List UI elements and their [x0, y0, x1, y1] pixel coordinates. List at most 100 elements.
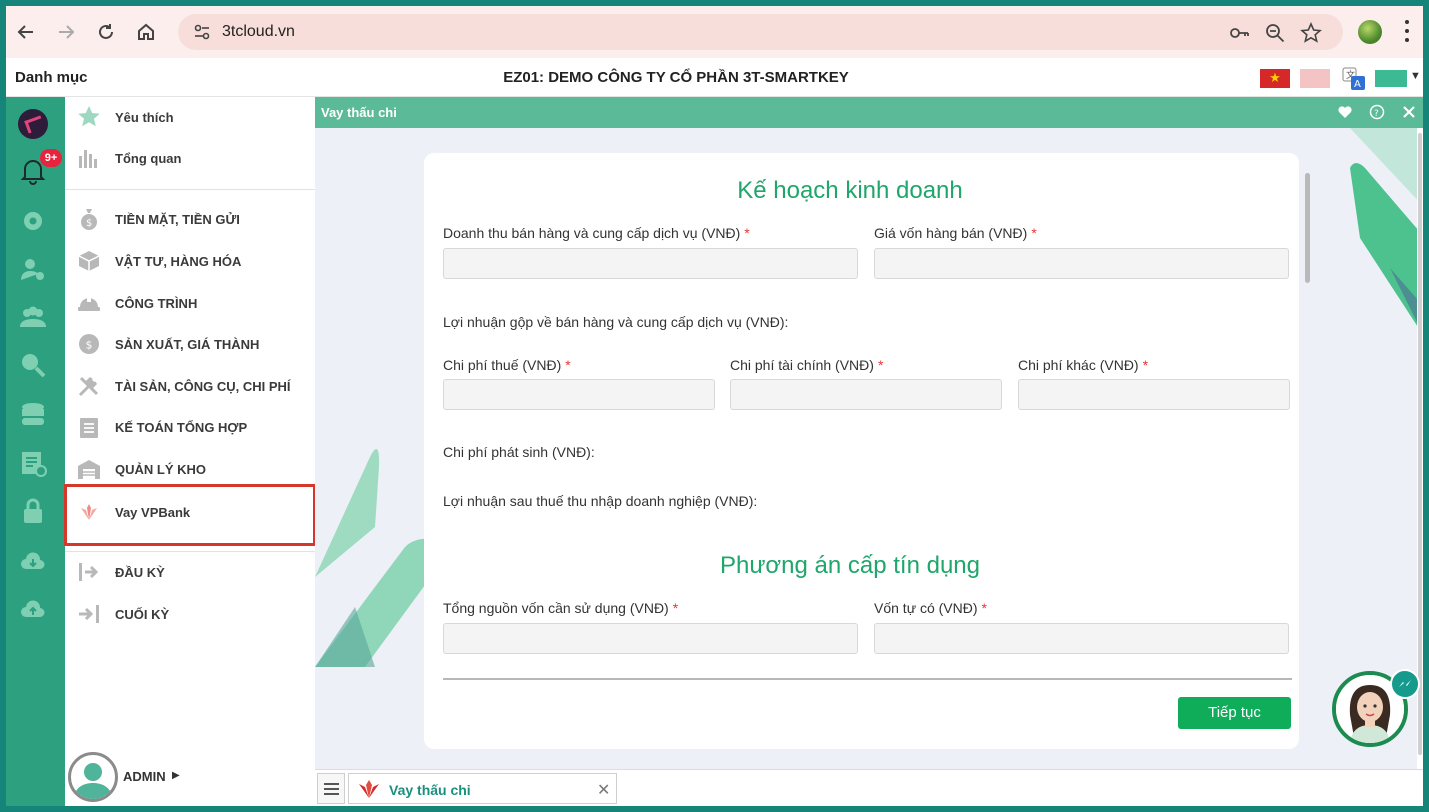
finance-cost-input[interactable]: [730, 379, 1002, 410]
caret-right-icon[interactable]: ▶: [172, 770, 180, 781]
tax-cost-label: Chi phí thuế (VNĐ) *: [443, 357, 571, 373]
theme-caret-icon[interactable]: ▼: [1410, 70, 1421, 82]
address-bar[interactable]: 3tcloud.vn: [178, 14, 1343, 50]
messenger-icon[interactable]: [1390, 669, 1420, 699]
svg-text:A: A: [1354, 79, 1361, 90]
sidebar-item-construction[interactable]: CÔNG TRÌNH: [65, 283, 315, 323]
cogs-input[interactable]: [874, 248, 1289, 279]
total-capital-input[interactable]: [443, 623, 858, 654]
gear-dollar-icon: $: [79, 334, 99, 354]
sidebar-item-favorites[interactable]: Yêu thích: [65, 97, 315, 137]
window-taskbar: Vay thấu chi ✕: [315, 769, 1423, 806]
report-icon[interactable]: [19, 449, 47, 477]
box-icon: [78, 251, 100, 271]
section-title-business-plan: Kế hoạch kinh doanh: [737, 177, 963, 204]
revenue-input[interactable]: [443, 248, 858, 279]
url-text[interactable]: 3tcloud.vn: [222, 23, 295, 41]
lock-icon[interactable]: [19, 497, 47, 525]
close-icon[interactable]: ✕: [597, 780, 610, 800]
form-divider: [443, 678, 1292, 680]
sidebar-item-label: QUẢN LÝ KHO: [115, 462, 206, 477]
sidebar-item-cash[interactable]: $ TIỀN MẶT, TIỀN GỬI: [65, 199, 315, 239]
sidebar-item-overview[interactable]: Tổng quan: [65, 138, 315, 178]
svg-text:$: $: [86, 339, 93, 352]
sidebar-item-materials[interactable]: VẬT TƯ, HÀNG HÓA: [65, 241, 315, 281]
notification-badge: 9+: [40, 149, 62, 167]
sidebar-item-period-end[interactable]: CUỐI KỲ: [65, 594, 315, 634]
sidebar-item-label: SẢN XUẤT, GIÁ THÀNH: [115, 337, 260, 352]
window-titlebar: Vay thấu chi ?: [315, 97, 1423, 128]
tax-cost-input[interactable]: [443, 379, 715, 410]
translate-icon[interactable]: 文 A: [1342, 67, 1366, 91]
period-start-icon: [79, 563, 99, 581]
back-icon[interactable]: [12, 18, 40, 46]
sidebar-item-label: TÀI SẢN, CÔNG CỤ, CHI PHÍ: [115, 379, 291, 394]
own-capital-input[interactable]: [874, 623, 1289, 654]
total-capital-label: Tổng nguồn vốn cần sử dụng (VNĐ) *: [443, 600, 679, 616]
incurred-cost-label: Chi phí phát sinh (VNĐ):: [443, 444, 595, 460]
heart-icon[interactable]: [1337, 104, 1353, 120]
sidebar-item-assets[interactable]: TÀI SẢN, CÔNG CỤ, CHI PHÍ: [65, 366, 315, 406]
required-mark: *: [1142, 357, 1149, 373]
net-profit-label: Lợi nhuận sau thuế thu nhập doanh nghiệp…: [443, 493, 758, 509]
home-icon[interactable]: [132, 18, 160, 46]
warehouse-icon: [78, 460, 100, 479]
user-avatar-icon: [74, 763, 112, 799]
content-scrollbar[interactable]: [1418, 133, 1422, 755]
sidebar-divider: [65, 189, 315, 190]
required-mark: *: [744, 225, 750, 241]
vpbank-logo-icon: [359, 780, 379, 798]
forward-icon[interactable]: [52, 18, 80, 46]
profile-avatar-icon[interactable]: [1358, 20, 1382, 44]
sidebar-item-accounting[interactable]: KẾ TOÁN TỔNG HỢP: [65, 407, 315, 447]
continue-button[interactable]: Tiếp tục: [1178, 697, 1291, 729]
browser-menu-icon[interactable]: [1404, 18, 1410, 44]
clipboard-icon: [80, 418, 98, 438]
star-icon: [78, 106, 100, 127]
tools-icon: [78, 376, 99, 397]
china-flag-icon[interactable]: [1300, 69, 1330, 88]
database-icon[interactable]: [19, 401, 47, 429]
sidebar-item-label: CÔNG TRÌNH: [115, 296, 198, 311]
own-capital-label: Vốn tự có (VNĐ) *: [874, 600, 987, 616]
help-icon[interactable]: ?: [1369, 104, 1385, 120]
sidebar-item-label: CUỐI KỲ: [115, 607, 170, 622]
user-settings-icon[interactable]: [19, 255, 47, 283]
other-cost-input[interactable]: [1018, 379, 1290, 410]
app-logo-icon[interactable]: [18, 109, 48, 139]
avatar[interactable]: [68, 752, 118, 802]
close-icon[interactable]: [1401, 104, 1417, 120]
sidebar-item-production[interactable]: $ SẢN XUẤT, GIÁ THÀNH: [65, 324, 315, 364]
section-title-credit-plan: Phương án cấp tín dụng: [720, 552, 980, 579]
settings-icon[interactable]: [19, 207, 47, 235]
sidebar-item-label: VẬT TƯ, HÀNG HÓA: [115, 254, 242, 269]
finance-cost-label: Chi phí tài chính (VNĐ) *: [730, 357, 884, 373]
required-mark: *: [877, 357, 884, 373]
sidebar-item-period-start[interactable]: ĐẦU KỲ: [65, 552, 315, 592]
zoom-icon[interactable]: [1264, 22, 1286, 44]
window-title: Vay thấu chi: [321, 105, 397, 120]
taskbar-tab-label: Vay thấu chi: [389, 782, 471, 798]
bookmark-star-icon[interactable]: [1300, 22, 1322, 44]
taskbar-tab[interactable]: Vay thấu chi ✕: [348, 773, 617, 804]
cloud-download-icon[interactable]: [19, 547, 47, 575]
period-end-icon: [79, 605, 99, 623]
theme-color-swatch[interactable]: [1375, 70, 1407, 87]
sidebar-item-warehouse[interactable]: QUẢN LÝ KHO: [65, 449, 315, 489]
vietnam-flag-icon[interactable]: [1260, 69, 1290, 88]
helmet-icon: [78, 295, 100, 311]
users-icon[interactable]: [19, 303, 47, 331]
form-scrollbar[interactable]: [1305, 173, 1310, 283]
required-mark: *: [565, 357, 571, 373]
user-name[interactable]: ADMIN: [123, 769, 166, 784]
site-settings-icon[interactable]: [192, 22, 212, 42]
key-icon[interactable]: [1228, 22, 1250, 44]
money-bag-icon: $: [81, 209, 97, 230]
reload-icon[interactable]: [92, 18, 120, 46]
cloud-upload-icon[interactable]: [19, 595, 47, 623]
search-icon[interactable]: [19, 351, 47, 379]
app-header: Danh mục EZ01: DEMO CÔNG TY CỔ PHẦN 3T-S…: [6, 58, 1423, 97]
svg-text:$: $: [86, 218, 92, 229]
browser-toolbar: 3tcloud.vn: [6, 6, 1423, 58]
hamburger-menu-icon[interactable]: [317, 773, 345, 804]
